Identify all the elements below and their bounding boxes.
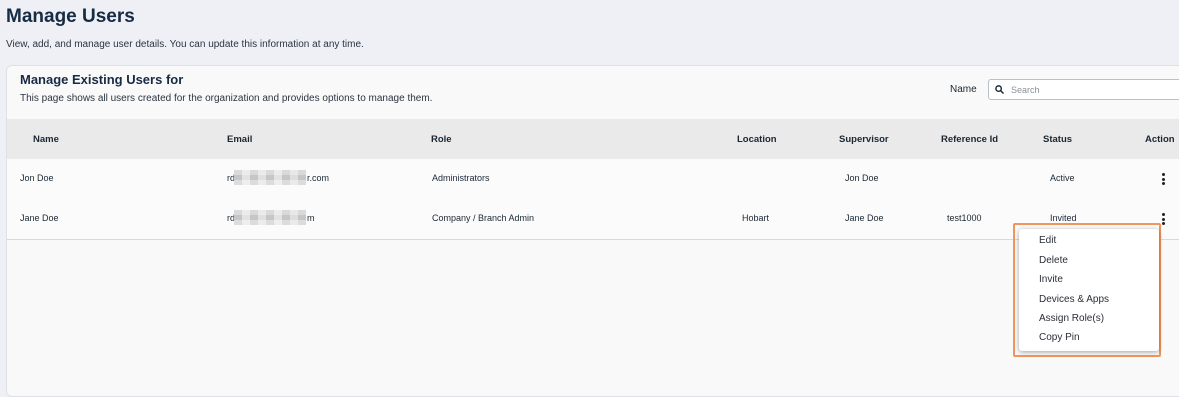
table-header: Name Email Role Location Supervisor Refe… [7,119,1179,159]
email-redaction [234,170,306,185]
search-box[interactable] [988,79,1179,100]
column-header-reference-id[interactable]: Reference Id [941,134,998,145]
cell-supervisor: Jon Doe [845,173,879,183]
page-subtitle: View, add, and manage user details. You … [6,39,364,50]
column-header-location[interactable]: Location [737,134,777,145]
cell-name: Jane Doe [20,213,59,223]
search-input[interactable] [1009,81,1179,99]
action-menu: Edit Delete Invite Devices & Apps Assign… [1019,229,1159,351]
email-redaction [234,210,306,225]
cell-email: rd m [227,210,315,225]
cell-status: Active [1050,173,1075,183]
column-header-role[interactable]: Role [431,134,452,145]
column-header-supervisor[interactable]: Supervisor [839,134,889,145]
search-icon [995,85,1004,94]
cell-location: Hobart [742,213,770,223]
column-header-email[interactable]: Email [227,134,252,145]
users-card: Manage Existing Users for This page show… [6,65,1179,397]
search-label: Name [950,84,977,95]
kebab-menu-icon[interactable] [1162,213,1166,225]
card-title: Manage Existing Users for [20,72,184,87]
kebab-menu-icon[interactable] [1162,173,1166,185]
table-row: Jon Doe rd r.com Administrators Jon Doe … [7,159,1179,200]
cell-role: Company / Branch Admin [432,213,535,223]
column-header-status[interactable]: Status [1043,134,1072,145]
cell-email: rd r.com [227,170,329,185]
menu-item-edit[interactable]: Edit [1039,235,1056,246]
table-row: Jane Doe rd m Company / Branch Admin Hob… [7,199,1179,240]
menu-item-invite[interactable]: Invite [1039,274,1063,285]
cell-supervisor: Jane Doe [845,213,884,223]
email-visible-end: r.com [307,173,330,183]
menu-item-delete[interactable]: Delete [1039,255,1068,266]
page-title: Manage Users [6,6,135,27]
cell-name: Jon Doe [20,173,54,183]
cell-status: Invited [1050,213,1077,223]
cell-role: Administrators [432,173,490,183]
card-description: This page shows all users created for th… [20,93,433,104]
email-visible-end: m [307,213,315,223]
column-header-action: Action [1145,134,1175,145]
menu-item-assign-roles[interactable]: Assign Role(s) [1039,313,1104,324]
menu-item-copy-pin[interactable]: Copy Pin [1039,332,1080,343]
menu-item-devices-apps[interactable]: Devices & Apps [1039,294,1109,305]
column-header-name[interactable]: Name [33,134,59,145]
cell-reference-id: test1000 [947,213,982,223]
